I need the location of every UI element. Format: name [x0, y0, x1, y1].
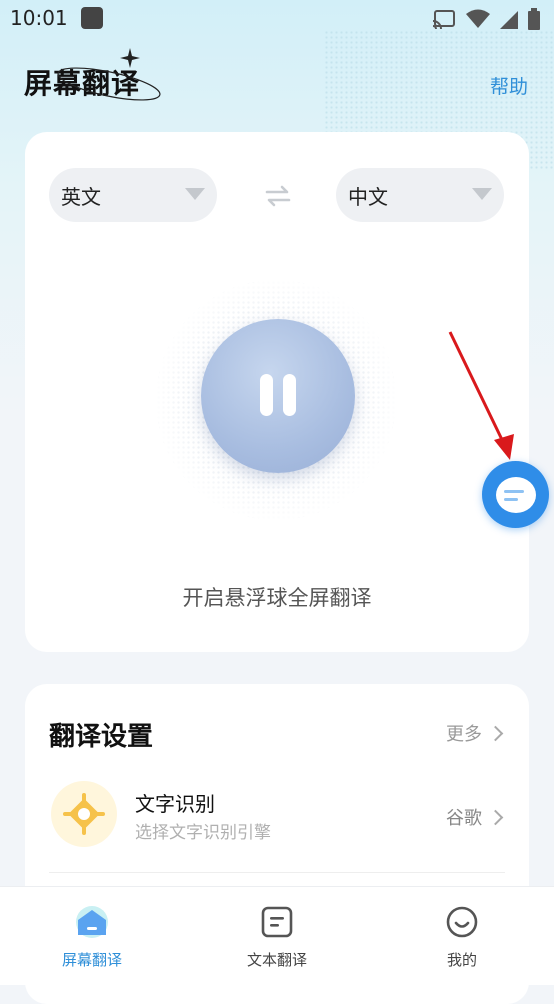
floating-ball-button[interactable] [482, 461, 549, 528]
cast-icon [432, 10, 455, 29]
bottom-navigation: 屏幕翻译 文本翻译 我的 [0, 886, 554, 985]
row-value: 谷歌 [446, 804, 504, 830]
battery-icon [528, 8, 540, 30]
page-title-group: 屏幕翻译 [24, 48, 161, 102]
orbit-decoration-icon [57, 48, 161, 101]
pause-icon [260, 374, 273, 416]
ocr-engine-value: 谷歌 [446, 808, 482, 829]
document-icon [261, 906, 293, 938]
settings-title: 翻译设置 [49, 722, 154, 752]
home-icon [76, 906, 108, 938]
swap-languages-icon[interactable] [265, 184, 291, 208]
floating-ball-toggle-button[interactable] [201, 319, 355, 473]
annotation-arrow [448, 331, 514, 460]
signal-icon [500, 11, 518, 29]
floating-ball-caption: 开启悬浮球全屏翻译 [182, 586, 372, 610]
more-label: 更多 [446, 724, 482, 745]
pause-icon [283, 374, 296, 416]
nav-screen-translate[interactable]: 屏幕翻译 [32, 905, 152, 970]
app-notification-icon [81, 7, 103, 29]
crosshair-icon [63, 793, 105, 835]
bubble-line [504, 490, 524, 493]
dropdown-arrow-icon [472, 188, 492, 200]
status-bar: 10:01 [0, 0, 554, 38]
nav-text-translate[interactable]: 文本翻译 [217, 905, 337, 970]
chat-bubble-icon [496, 477, 536, 513]
chevron-right-icon [487, 809, 504, 825]
source-language-label: 英文 [61, 184, 101, 209]
status-time: 10:01 [10, 6, 68, 30]
nav-label: 文本翻译 [246, 951, 307, 969]
bubble-line [504, 498, 518, 501]
smile-icon [446, 906, 478, 938]
target-language-label: 中文 [348, 184, 388, 209]
ocr-target-icon [51, 781, 117, 847]
wifi-icon [466, 9, 490, 28]
source-language-select[interactable]: 英文 [49, 168, 217, 222]
status-icons [432, 8, 540, 30]
settings-more-link[interactable]: 更多 [446, 720, 504, 746]
nav-mine[interactable]: 我的 [402, 905, 522, 970]
row-title: 文字识别 [135, 792, 215, 816]
nav-label: 我的 [446, 951, 477, 969]
row-subtitle: 选择文字识别引擎 [135, 823, 271, 843]
divider [49, 872, 505, 873]
help-link[interactable]: 帮助 [490, 72, 528, 99]
target-language-select[interactable]: 中文 [336, 168, 504, 222]
chevron-right-icon [487, 725, 504, 741]
dropdown-arrow-icon [185, 188, 205, 200]
nav-label: 屏幕翻译 [61, 951, 122, 969]
